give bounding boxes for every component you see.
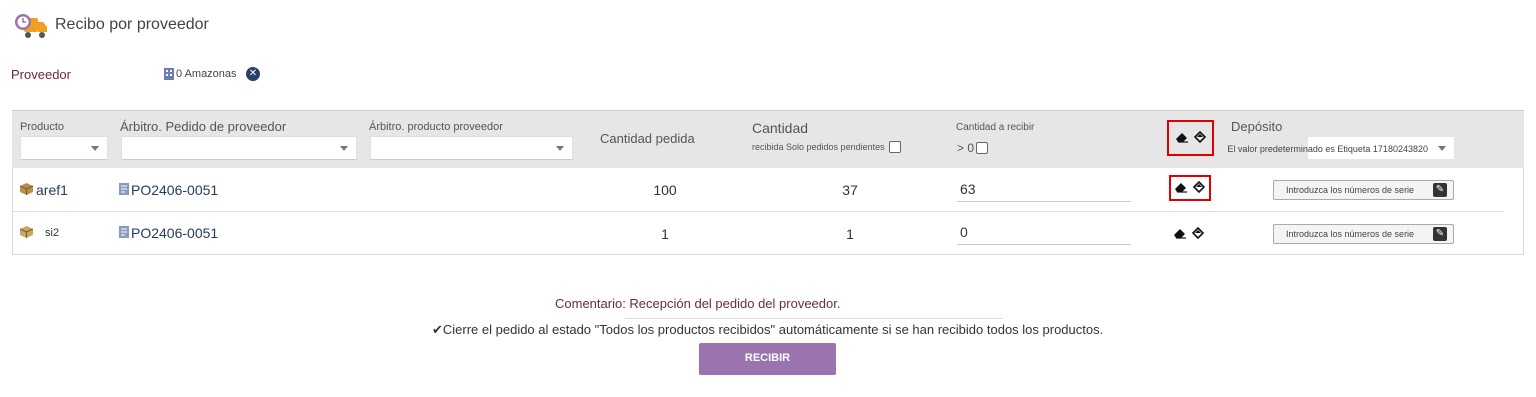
chevron-down-icon [556, 146, 564, 151]
fill-icon[interactable] [1191, 226, 1205, 242]
pending-only-label: recibida Solo pedidos pendientes [752, 142, 885, 152]
order-cell: PO2406-0051 [119, 225, 218, 241]
serial-button-label: Introduzca los números de serie [1286, 185, 1415, 195]
chevron-down-icon [340, 146, 348, 151]
header-received-sub: recibida Solo pedidos pendientes [752, 141, 901, 153]
comment-text: Comentario: Recepción del pedido del pro… [555, 296, 841, 311]
product-ref-filter-select[interactable] [370, 136, 573, 160]
row-tools [1173, 226, 1205, 242]
row-tools-highlight [1169, 175, 1211, 201]
truck-clock-icon [14, 12, 48, 40]
fill-icon[interactable] [1192, 180, 1206, 196]
qty-to-receive-input[interactable] [957, 219, 1131, 245]
header-received: Cantidad [752, 120, 809, 136]
order-cell: PO2406-0051 [119, 182, 218, 198]
header-ordered-qty: Cantidad pedida [600, 131, 695, 146]
document-icon [119, 225, 129, 241]
header-to-receive-sub: > 0 [957, 141, 989, 155]
warehouse-select-value: El valor predeterminado es Etiqueta 1718… [1227, 144, 1428, 154]
pending-only-checkbox[interactable] [888, 141, 901, 153]
product-filter-select[interactable] [20, 136, 108, 160]
order-link[interactable]: PO2406-0051 [131, 182, 218, 198]
product-link[interactable]: aref1 [36, 182, 68, 198]
table-row: si2 [19, 225, 59, 241]
fill-icon[interactable] [1193, 130, 1207, 146]
header-tools-highlight [1167, 120, 1214, 156]
row-divider [12, 211, 1504, 212]
header-to-receive: Cantidad a recibir [956, 122, 1035, 133]
ordered-qty: 1 [661, 226, 669, 242]
document-icon [119, 182, 129, 198]
building-icon [164, 68, 174, 80]
header-warehouse: Depósito [1231, 119, 1283, 134]
receive-button[interactable]: RECIBIR [699, 343, 836, 375]
close-icon[interactable]: ✕ [246, 67, 260, 81]
provider-name[interactable]: 0 Amazonas [176, 68, 237, 80]
chevron-down-icon [91, 146, 99, 151]
provider-label: Proveedor [11, 67, 71, 82]
product-box-icon [19, 225, 34, 241]
serial-button-label: Introduzca los números de serie [1286, 229, 1415, 239]
order-ref-filter-select[interactable] [121, 136, 357, 160]
header-product: Producto [20, 121, 65, 133]
ordered-qty: 100 [653, 182, 677, 198]
edit-icon: ✎ [1433, 183, 1447, 197]
provider-value[interactable]: 0 Amazonas [164, 68, 237, 80]
comment-underline [625, 318, 1003, 319]
eraser-icon[interactable] [1174, 180, 1188, 196]
greater-than-zero-label: > 0 [957, 141, 975, 155]
table-row: aref1 [19, 182, 68, 198]
product-box-icon [19, 182, 34, 198]
product-label[interactable]: si2 [45, 227, 59, 239]
enter-serials-button[interactable]: Introduzca los números de serie ✎ [1273, 224, 1454, 244]
page-title: Recibo por proveedor [55, 16, 209, 33]
greater-than-zero-checkbox[interactable] [976, 142, 989, 154]
received-qty: 37 [842, 182, 858, 198]
qty-to-receive-input[interactable] [957, 176, 1131, 202]
chevron-down-icon [1438, 146, 1446, 151]
enter-serials-button[interactable]: Introduzca los números de serie ✎ [1273, 180, 1454, 200]
order-link[interactable]: PO2406-0051 [131, 225, 218, 241]
received-qty: 1 [846, 226, 854, 242]
eraser-icon[interactable] [1173, 226, 1187, 242]
header-order-ref: Árbitro. Pedido de proveedor [120, 119, 287, 134]
eraser-icon[interactable] [1175, 130, 1189, 146]
edit-icon: ✎ [1433, 227, 1447, 241]
autoclose-option[interactable]: ✔Cierre el pedido al estado "Todos los p… [432, 322, 1103, 338]
header-product-ref: Árbitro. producto proveedor [369, 121, 503, 133]
warehouse-select[interactable]: El valor predeterminado es Etiqueta 1718… [1227, 136, 1455, 160]
